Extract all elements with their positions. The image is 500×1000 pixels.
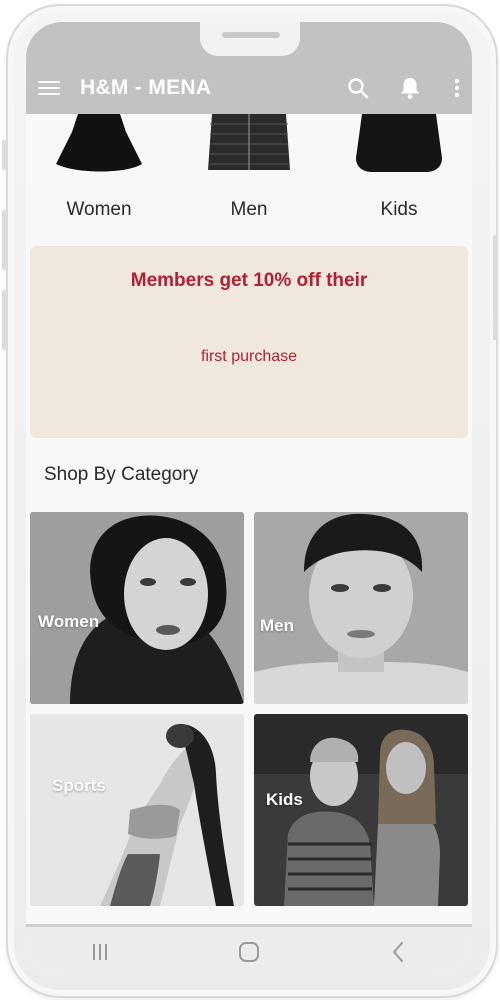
sports-photo — [30, 714, 244, 906]
tile-label: Women — [38, 612, 100, 631]
category-men[interactable]: Men — [194, 114, 304, 221]
home-icon[interactable] — [234, 937, 264, 967]
women-clothing-thumbnail — [56, 114, 142, 172]
category-label: Women — [66, 199, 132, 220]
promo-subtext: first purchase — [200, 348, 298, 365]
tile-label: Sports — [52, 776, 106, 795]
system-nav-bar — [26, 924, 472, 974]
app-bar: H&M - MENA — [26, 62, 472, 114]
recent-apps-icon[interactable] — [85, 937, 115, 967]
back-icon[interactable] — [383, 937, 413, 967]
speaker-grille — [222, 32, 280, 38]
category-tile-sports[interactable]: Sports — [30, 714, 244, 906]
app-title: H&M - MENA — [80, 76, 212, 99]
more-vertical-icon[interactable] — [450, 76, 464, 100]
member-promo-banner[interactable]: Members get 10% off their first purchase — [30, 246, 468, 438]
volume-button — [2, 210, 7, 270]
kids-clothing-thumbnail — [356, 114, 442, 172]
category-label: Men — [230, 199, 268, 220]
category-tile-kids[interactable]: Kids — [254, 714, 468, 906]
kids-photo — [254, 714, 468, 906]
section-title: Shop By Category — [44, 464, 199, 485]
category-women[interactable]: Women — [44, 114, 154, 221]
promo-headline: Members get 10% off their — [130, 270, 368, 291]
notch — [200, 22, 300, 56]
tile-label: Men — [260, 616, 294, 635]
bell-icon[interactable] — [398, 76, 422, 100]
category-kids[interactable]: Kids — [344, 114, 454, 221]
tile-label: Kids — [266, 790, 303, 809]
side-button — [2, 140, 7, 170]
men-photo — [254, 512, 468, 704]
power-button — [493, 235, 498, 340]
screen: H&M - MENA Women Men Kids Members get 10… — [26, 22, 472, 974]
top-category-row: Women Men Kids — [26, 114, 472, 234]
search-icon[interactable] — [346, 76, 370, 100]
category-label: Kids — [380, 199, 418, 220]
women-photo — [30, 512, 244, 704]
category-tile-men[interactable]: Men — [254, 512, 468, 704]
volume-button — [2, 290, 7, 350]
category-tile-women[interactable]: Women — [30, 512, 244, 704]
men-jacket-thumbnail — [208, 114, 290, 170]
hamburger-menu-icon[interactable] — [38, 81, 60, 95]
scroll-content[interactable]: Women Men Kids Members get 10% off their… — [26, 114, 472, 924]
